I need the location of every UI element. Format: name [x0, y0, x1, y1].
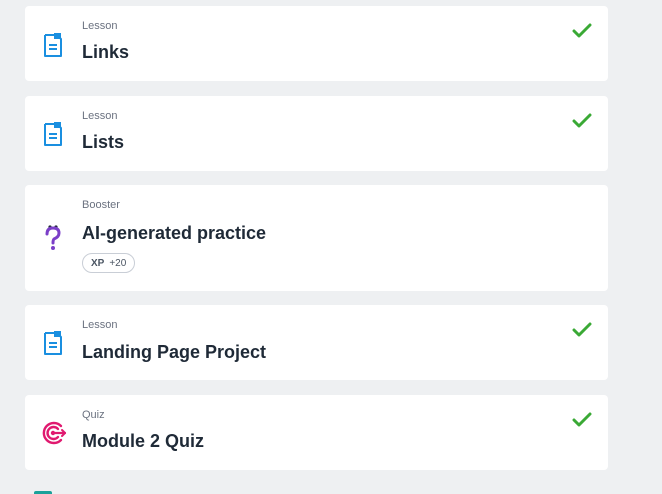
item-title: Module 2 Quiz	[82, 431, 205, 451]
lesson-document-icon	[41, 330, 65, 358]
item-type-label: Booster	[82, 199, 120, 211]
lesson-document-icon	[41, 32, 65, 60]
item-title: AI-generated practice	[82, 223, 267, 243]
item-type-label: Lesson	[82, 110, 118, 122]
item-type-label: Lesson	[82, 319, 118, 331]
lesson-item-lists[interactable]: Lesson Lists	[25, 96, 608, 171]
lesson-item-landing-page-project[interactable]: Lesson Landing Page Project	[25, 305, 608, 380]
completed-check-icon	[572, 113, 592, 129]
xp-label: XP	[91, 257, 105, 269]
lesson-item-links[interactable]: Lesson Links	[25, 6, 608, 81]
lesson-document-icon	[41, 121, 65, 149]
xp-reward-badge: XP +20	[82, 253, 136, 273]
quiz-item-module-2[interactable]: Quiz Module 2 Quiz	[25, 395, 608, 470]
xp-value: +20	[109, 257, 127, 269]
completed-check-icon	[572, 412, 592, 428]
item-title: Links	[82, 42, 130, 62]
quiz-target-icon	[41, 420, 67, 448]
booster-question-icon	[41, 223, 65, 251]
item-type-label: Quiz	[82, 409, 105, 421]
item-title: Landing Page Project	[82, 342, 267, 362]
booster-item-ai-practice[interactable]: Booster AI-generated practice XP +20	[25, 185, 608, 291]
item-title: Lists	[82, 132, 125, 152]
course-item-list: Lesson Links Lesson Lists Booster AI-gen…	[0, 0, 662, 494]
completed-check-icon	[572, 322, 592, 338]
item-type-label: Lesson	[82, 20, 118, 32]
completed-check-icon	[572, 23, 592, 39]
